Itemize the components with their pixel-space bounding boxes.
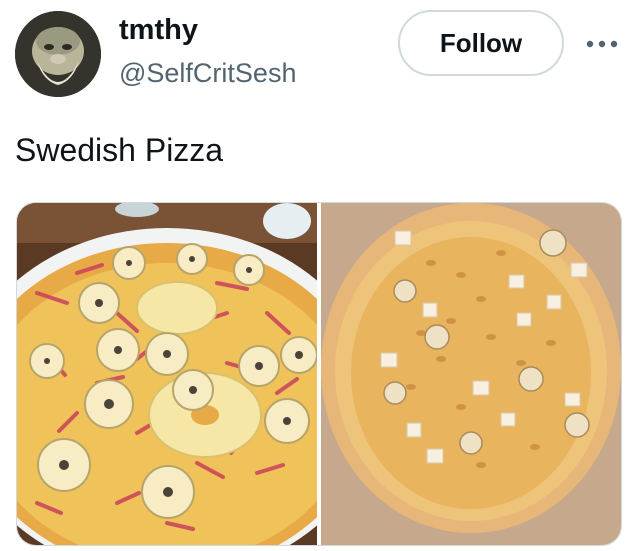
display-name[interactable]: tmthy — [119, 14, 198, 47]
tweet-text: Swedish Pizza — [15, 132, 224, 168]
avatar-image — [15, 11, 101, 97]
pizza-banana-pineapple-ham-photo[interactable] — [17, 203, 317, 545]
pizza-banana-peanut-photo[interactable] — [321, 203, 621, 545]
avatar[interactable] — [15, 11, 101, 97]
media-grid — [16, 202, 622, 546]
more-options-icon[interactable] — [582, 34, 622, 54]
follow-button[interactable]: Follow — [398, 10, 564, 76]
user-handle[interactable]: @SelfCritSesh — [119, 58, 296, 89]
